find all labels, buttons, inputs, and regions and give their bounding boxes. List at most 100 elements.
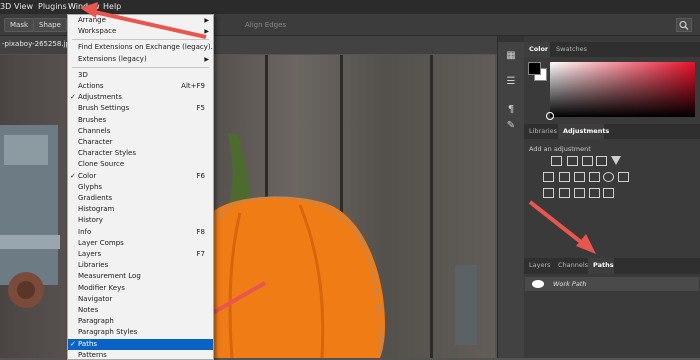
checkmark-icon: ✓	[70, 171, 76, 180]
menu-item-label: Layer Comps	[78, 238, 124, 247]
menu-item-shortcut: F7	[196, 250, 205, 258]
menu-item-label: Modifier Keys	[78, 283, 125, 292]
menu-item-label: Measurement Log	[78, 272, 141, 281]
submenu-arrow-icon: ▶	[204, 55, 209, 63]
menu-item-layer-comps[interactable]: Layer Comps	[68, 238, 213, 249]
work-path-label: Work Path	[553, 280, 587, 288]
paragraph-icon[interactable]: ¶	[505, 104, 517, 115]
menu-item-paragraph-styles[interactable]: Paragraph Styles	[68, 327, 213, 338]
menu-item-label: Find Extensions on Exchange (legacy)...	[78, 43, 214, 52]
menu-item-label: Navigator	[78, 294, 113, 303]
menu-item-histogram[interactable]: Histogram	[68, 204, 213, 215]
menu-item-workspace[interactable]: Workspace ▶	[68, 26, 213, 37]
menu-item-history[interactable]: History	[68, 215, 213, 226]
search-icon	[679, 21, 689, 30]
menu-item-actions[interactable]: Actions Alt+F9	[68, 81, 213, 92]
search-button[interactable]	[676, 18, 692, 32]
menu-item-glyphs[interactable]: Glyphs	[68, 182, 213, 193]
menu-item-label: Actions	[78, 82, 104, 90]
menu-item-brushes[interactable]: Brushes	[68, 115, 213, 126]
menu-item-label: Channels	[78, 126, 111, 135]
menu-item-find-extensions-on-exchange-legacy[interactable]: Find Extensions on Exchange (legacy)...	[68, 42, 213, 53]
menu-item-label: Character Styles	[78, 149, 137, 158]
menu-item-character[interactable]: Character	[68, 137, 213, 148]
menu-window[interactable]: Window	[68, 2, 100, 11]
tab-layers[interactable]: Layers	[529, 261, 551, 269]
submenu-arrow-icon: ▶	[204, 28, 209, 36]
menu-bar: 3D View Plugins Window Help	[0, 0, 700, 14]
menu-item-shortcut: F5	[196, 104, 205, 113]
menu-item-label: Brushes	[78, 115, 107, 124]
menu-item-info[interactable]: Info F8	[68, 227, 213, 238]
menu-item-label: Histogram	[78, 205, 115, 214]
menu-item-character-styles[interactable]: Character Styles	[68, 148, 213, 159]
menu-item-navigator[interactable]: Navigator	[68, 294, 213, 305]
menu-item-arrange[interactable]: Arrange ▶	[68, 15, 213, 26]
menu-plugins[interactable]: Plugins	[38, 2, 67, 11]
menu-item-adjustments[interactable]: ✓ Adjustments	[68, 92, 213, 103]
document-title: -pixaboy-265258.jpg	[2, 40, 75, 48]
tab-channels[interactable]: Channels	[558, 261, 588, 269]
path-thumbnail	[532, 280, 544, 288]
layers-panel-tabs: Layers Channels Paths	[524, 258, 700, 274]
menu-view[interactable]: View	[14, 2, 33, 11]
color-panel-icon[interactable]: ▦	[505, 50, 517, 61]
menu-item-libraries[interactable]: Libraries	[68, 260, 213, 271]
menu-item-label: Patterns	[78, 350, 107, 359]
adjustments-icon[interactable]: ☰	[505, 76, 517, 87]
menu-item-label: Paths	[78, 339, 98, 348]
menu-item-notes[interactable]: Notes	[68, 305, 213, 316]
menu-item-label: Character	[78, 138, 113, 146]
menu-item-extensions-legacy[interactable]: Extensions (legacy) ▶	[68, 54, 213, 65]
menu-item-gradients[interactable]: Gradients	[68, 193, 213, 204]
window-menu: Arrange ▶ Workspace ▶ Find Extensions on Exc…	[67, 14, 214, 360]
submenu-arrow-icon: ▶	[204, 17, 209, 24]
menu-item-label: Gradients	[78, 194, 113, 202]
tab-paths[interactable]: Paths	[593, 261, 614, 269]
checkmark-icon: ✓	[70, 93, 76, 102]
menu-item-label: Extensions (legacy)	[78, 54, 147, 63]
menu-item-label: Paragraph	[78, 317, 114, 326]
align-edges-label: Align Edges	[245, 21, 287, 29]
right-panel-dock: Color Swatches Libraries Adjustments Add…	[524, 36, 700, 358]
menu-item-brush-settings[interactable]: Brush Settings F5	[68, 103, 213, 114]
menu-item-label: Adjustments	[78, 93, 122, 102]
menu-item-measurement-log[interactable]: Measurement Log	[68, 271, 213, 282]
menu-item-label: Info	[78, 227, 92, 236]
menu-item-label: Color	[78, 171, 97, 180]
menu-item-modifier-keys[interactable]: Modifier Keys	[68, 283, 213, 294]
menu-separator	[72, 66, 209, 68]
menu-item-shortcut: F6	[196, 171, 205, 180]
menu-item-3d[interactable]: 3D	[68, 70, 213, 81]
menu-item-layers[interactable]: Layers F7	[68, 249, 213, 260]
menu-item-shortcut: F8	[196, 227, 205, 236]
menu-item-paths[interactable]: ✓ Paths	[68, 338, 213, 350]
brush-icon[interactable]: ✎	[505, 120, 517, 131]
menu-separator	[72, 39, 209, 41]
shape-button[interactable]: Shape	[33, 18, 67, 32]
menu-item-label: Notes	[78, 306, 99, 314]
menu-item-clone-source[interactable]: Clone Source	[68, 159, 213, 170]
menu-item-label: Libraries	[78, 261, 109, 270]
menu-item-label: Arrange	[78, 16, 106, 24]
panel-dock-strip: ▦ ☰ ¶ ✎	[497, 36, 524, 358]
menu-item-label: Paragraph Styles	[78, 328, 138, 337]
callout-arrow-paths-tab	[528, 200, 596, 254]
menu-item-label: History	[78, 216, 103, 225]
checkmark-icon: ✓	[70, 339, 76, 348]
menu-item-paragraph[interactable]: Paragraph	[68, 316, 213, 327]
menu-item-channels[interactable]: Channels	[68, 126, 213, 137]
menu-help[interactable]: Help	[103, 2, 121, 11]
menu-item-patterns[interactable]: Patterns	[68, 350, 213, 359]
menu-3d[interactable]: 3D	[0, 2, 11, 11]
work-path-row[interactable]: Work Path	[525, 277, 699, 291]
menu-item-label: Glyphs	[78, 182, 103, 191]
menu-item-shortcut: Alt+F9	[181, 82, 205, 90]
menu-item-label: Workspace	[78, 27, 117, 36]
menu-item-label: Brush Settings	[78, 104, 130, 113]
mask-button[interactable]: Mask	[4, 18, 35, 32]
menu-item-color[interactable]: ✓ Color F6	[68, 171, 213, 182]
menu-item-label: 3D	[78, 70, 88, 79]
menu-item-label: Clone Source	[78, 160, 125, 169]
menu-item-label: Layers	[78, 250, 102, 258]
